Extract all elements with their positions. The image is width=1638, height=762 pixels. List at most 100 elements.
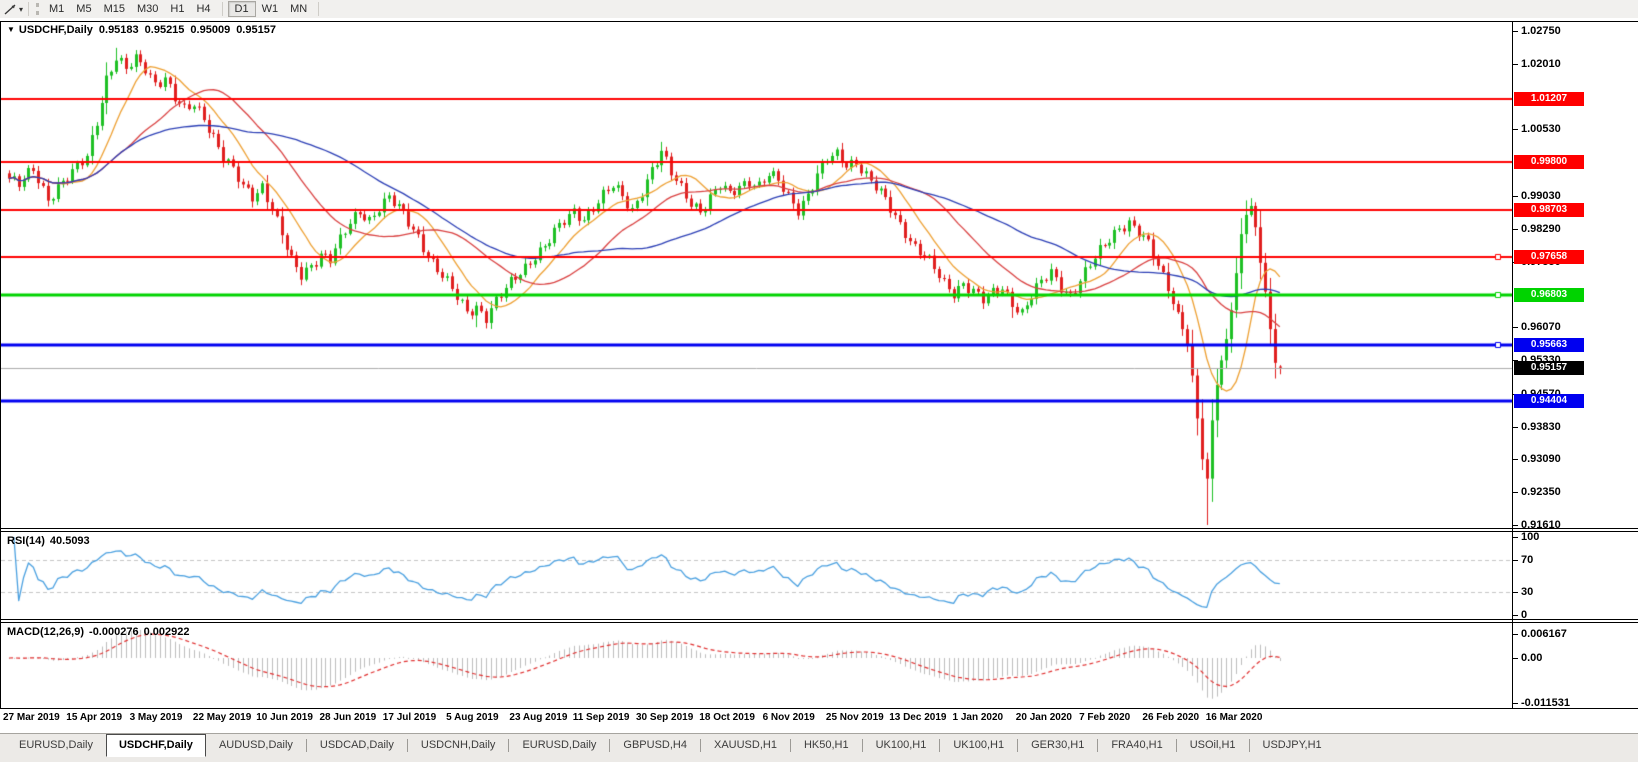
chevron-down-icon[interactable]: ▾ <box>19 5 23 14</box>
rsi-tick-dash <box>1513 615 1518 616</box>
macd-panel-canvas[interactable] <box>1 623 1512 708</box>
timeframe-button-h1[interactable]: H1 <box>164 1 190 17</box>
rsi-panel-bottom-border <box>0 619 1638 620</box>
price-line-tag[interactable]: 0.99800 <box>1514 154 1584 169</box>
chart-tab-gbpusd-h4[interactable]: GBPUSD,H4 <box>610 734 700 755</box>
timeframe-button-m30[interactable]: M30 <box>131 1 164 17</box>
chart-tab-uk100-h1[interactable]: UK100,H1 <box>940 734 1017 755</box>
timeframe-button-m15[interactable]: M15 <box>98 1 131 17</box>
timeframe-button-m1[interactable]: M1 <box>43 1 70 17</box>
date-axis-label: 10 Jun 2019 <box>256 712 313 723</box>
chart-tab-usdjpy-h1[interactable]: USDJPY,H1 <box>1250 734 1335 755</box>
macd-tick-dash <box>1513 658 1518 659</box>
date-axis-label: 26 Feb 2020 <box>1142 712 1200 723</box>
chart-title: ▼ USDCHF,Daily 0.95183 0.95215 0.95009 0.9515… <box>7 24 282 36</box>
macd-tick-label: -0.011531 <box>1521 696 1570 709</box>
date-axis-label: 13 Dec 2019 <box>889 712 947 723</box>
macd-tick-dash <box>1513 702 1518 704</box>
line-tool-button[interactable]: ▾ <box>3 3 23 16</box>
rsi-tick-dash <box>1513 560 1518 562</box>
price-line-tag[interactable]: 1.01207 <box>1514 92 1584 107</box>
price-tick-dash <box>1513 459 1518 461</box>
macd-label: MACD(12,26,9) -0.000276 0.002922 <box>7 626 190 638</box>
timeframe-button-d1[interactable]: D1 <box>227 1 256 17</box>
date-axis-label: 11 Sep 2019 <box>572 712 630 723</box>
time-axis-line <box>0 708 1638 709</box>
price-tick-label: 0.93090 <box>1521 453 1561 466</box>
timeframe-button-m5[interactable]: M5 <box>70 1 97 17</box>
ohlc-high: 0.95215 <box>144 24 185 36</box>
chart-tab-usdchf-daily[interactable]: USDCHF,Daily <box>105 734 206 757</box>
chart-tab-audusd-daily[interactable]: AUDUSD,Daily <box>206 734 306 755</box>
price-line-tag[interactable]: 0.98703 <box>1514 203 1584 218</box>
date-axis-label: 1 Jan 2020 <box>952 712 1004 723</box>
chart-tab-eurusd-daily[interactable]: EURUSD,Daily <box>6 734 106 755</box>
price-line-tag[interactable]: 0.94404 <box>1514 394 1584 409</box>
rsi-value: 40.5093 <box>49 535 90 547</box>
main-chart-canvas[interactable] <box>1 22 1512 527</box>
price-axis-line <box>1512 21 1513 709</box>
date-axis-label: 20 Jan 2020 <box>1015 712 1072 723</box>
date-axis-label: 3 May 2019 <box>129 712 183 723</box>
ohlc-close: 0.95157 <box>236 24 276 36</box>
toolbar-separator <box>318 2 320 16</box>
price-tick-label: 0.96070 <box>1521 321 1561 334</box>
price-tick-dash <box>1513 228 1518 230</box>
date-axis-label: 15 Apr 2019 <box>66 712 123 723</box>
chart-tab-xauusd-h1[interactable]: XAUUSD,H1 <box>701 734 790 755</box>
price-tick-label: 0.99030 <box>1521 189 1561 202</box>
date-axis-label: 27 Mar 2019 <box>3 712 60 723</box>
line-tool-icon <box>4 3 16 15</box>
price-tick-dash <box>1513 129 1518 131</box>
price-tick-dash <box>1513 63 1518 65</box>
chart-tab-eurusd-daily[interactable]: EURUSD,Daily <box>509 734 609 755</box>
price-tick-dash <box>1513 525 1518 526</box>
price-line-tag[interactable]: 0.97658 <box>1514 249 1584 264</box>
chart-tab-ger30-h1[interactable]: GER30,H1 <box>1018 734 1097 755</box>
rsi-panel-canvas[interactable] <box>1 532 1512 618</box>
ohlc-open: 0.95183 <box>98 24 139 36</box>
price-line-tag[interactable]: 0.95663 <box>1514 338 1584 353</box>
chart-tab-hk50-h1[interactable]: HK50,H1 <box>791 734 862 755</box>
price-tick-label: 1.00530 <box>1521 123 1561 136</box>
chart-symbol-dropdown-icon[interactable]: ▼ <box>7 25 15 34</box>
rsi-tick-label: 70 <box>1521 554 1534 567</box>
price-tick-label: 0.93830 <box>1521 420 1561 433</box>
date-axis-label: 22 May 2019 <box>192 712 252 723</box>
price-tick-dash <box>1513 426 1518 428</box>
rsi-tick-dash <box>1513 537 1518 538</box>
price-tick-dash <box>1513 492 1518 494</box>
chart-tab-usdcad-daily[interactable]: USDCAD,Daily <box>307 734 407 755</box>
timeframe-button-w1[interactable]: W1 <box>256 1 285 17</box>
toolbar-grip-handle[interactable] <box>36 3 40 15</box>
price-line-tag[interactable]: 0.96803 <box>1514 287 1584 302</box>
chart-tab-fra40-h1[interactable]: FRA40,H1 <box>1098 734 1175 755</box>
rsi-tick-label: 30 <box>1521 585 1534 598</box>
chart-window: ▼ USDCHF,Daily 0.95183 0.95215 0.95009 0.9515… <box>0 18 1638 732</box>
date-axis-label: 16 Mar 2020 <box>1205 712 1263 723</box>
macd-main-value: -0.000276 <box>89 626 139 638</box>
chart-tab-usdcnh-daily[interactable]: USDCNH,Daily <box>408 734 509 755</box>
price-tick-label: 0.92350 <box>1521 486 1561 499</box>
price-tick-label: 0.98290 <box>1521 222 1561 235</box>
date-axis-label: 28 Jun 2019 <box>319 712 377 723</box>
price-tick-dash <box>1513 195 1518 197</box>
date-axis-label: 5 Aug 2019 <box>446 712 499 723</box>
macd-tick-label: 0.00 <box>1521 652 1543 664</box>
chart-tab-uk100-h1[interactable]: UK100,H1 <box>863 734 940 755</box>
timeframe-button-h4[interactable]: H4 <box>190 1 216 17</box>
chart-tab-usoil-h1[interactable]: USOil,H1 <box>1177 734 1249 755</box>
date-axis-label: 25 Nov 2019 <box>825 712 884 723</box>
date-axis-label: 23 Aug 2019 <box>509 712 568 723</box>
chart-symbol: USDCHF,Daily <box>18 24 93 36</box>
rsi-tick-label: 0 <box>1521 609 1528 621</box>
date-axis-label: 30 Sep 2019 <box>636 712 694 723</box>
toolbar-separator <box>221 2 223 16</box>
price-tick-label: 1.02750 <box>1521 25 1561 37</box>
macd-tick-label: 0.006167 <box>1521 627 1567 640</box>
chart-tab-bar: EURUSD,Daily USDCHF,Daily AUDUSD,Daily USDC… <box>0 733 1638 762</box>
rsi-label: RSI(14) 40.5093 <box>7 535 90 547</box>
timeframe-button-mn[interactable]: MN <box>284 1 313 17</box>
price-tick-dash <box>1513 327 1518 329</box>
rsi-tick-dash <box>1513 591 1518 593</box>
